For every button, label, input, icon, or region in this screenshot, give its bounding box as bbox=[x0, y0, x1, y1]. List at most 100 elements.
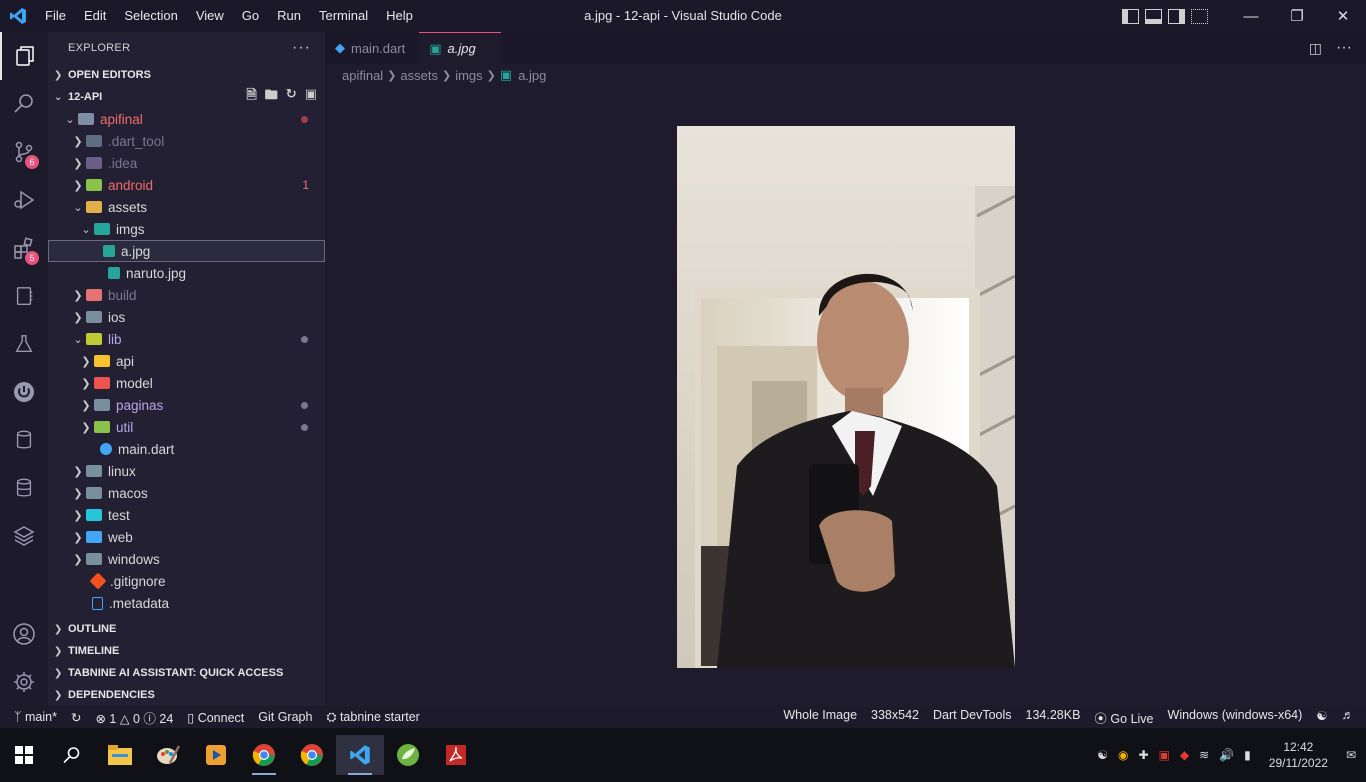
extensions-icon[interactable]: 5 bbox=[0, 224, 48, 272]
paint-icon[interactable] bbox=[144, 735, 192, 775]
toggle-secondary-sidebar-icon[interactable] bbox=[1168, 8, 1185, 24]
menu-file[interactable]: File bbox=[36, 0, 75, 32]
anydesk-icon[interactable]: ◆ bbox=[1180, 748, 1189, 762]
database-icon[interactable] bbox=[0, 416, 48, 464]
volume-icon[interactable]: 🔊 bbox=[1219, 748, 1234, 762]
collapse-all-icon[interactable]: ▣ bbox=[305, 86, 317, 108]
media-player-icon[interactable] bbox=[192, 735, 240, 775]
tree-item-assets[interactable]: ⌄ assets bbox=[48, 196, 325, 218]
tree-item-apifinal[interactable]: ⌄ apifinal bbox=[48, 108, 325, 130]
file-explorer-icon[interactable] bbox=[96, 735, 144, 775]
minimize-button[interactable]: — bbox=[1228, 0, 1274, 32]
tree-item-util[interactable]: ❯ util bbox=[48, 416, 325, 438]
tree-item-model[interactable]: ❯ model bbox=[48, 372, 325, 394]
git-graph-button[interactable]: Git Graph bbox=[251, 710, 319, 724]
toggle-sidebar-icon[interactable] bbox=[1122, 8, 1139, 24]
open-editors-section[interactable]: ❯ OPEN EDITORS bbox=[48, 64, 325, 86]
tree-item-dart-tool[interactable]: ❯ .dart_tool bbox=[48, 130, 325, 152]
search-icon[interactable] bbox=[0, 80, 48, 128]
more-actions-icon[interactable]: ··· bbox=[292, 39, 311, 57]
chrome-icon[interactable] bbox=[240, 735, 288, 775]
sync-icon[interactable]: ↻ bbox=[64, 710, 88, 725]
restore-button[interactable]: ❐ bbox=[1274, 0, 1320, 32]
layers-icon[interactable] bbox=[0, 512, 48, 560]
notebook-icon[interactable] bbox=[0, 272, 48, 320]
branch-status[interactable]: ᛉ main* bbox=[0, 710, 64, 724]
tabnine-status[interactable]: ⛭ tabnine starter bbox=[319, 710, 426, 725]
tree-item-lib[interactable]: ⌄ lib bbox=[48, 328, 325, 350]
dart-devtools-button[interactable]: Dart DevTools bbox=[926, 708, 1019, 727]
tree-item-main-dart[interactable]: main.dart bbox=[48, 438, 325, 460]
toggle-panel-icon[interactable] bbox=[1145, 8, 1162, 24]
menu-edit[interactable]: Edit bbox=[75, 0, 115, 32]
breadcrumb-item[interactable]: a.jpg bbox=[518, 68, 546, 83]
notifications-icon[interactable]: ✉ bbox=[1346, 748, 1356, 762]
spring-tools-icon[interactable] bbox=[384, 735, 432, 775]
chrome-icon[interactable] bbox=[288, 735, 336, 775]
new-folder-icon[interactable]: 🖿 bbox=[265, 86, 278, 108]
tree-item-api[interactable]: ❯ api bbox=[48, 350, 325, 372]
menu-view[interactable]: View bbox=[187, 0, 233, 32]
accounts-icon[interactable]: ☯ bbox=[1309, 708, 1334, 727]
split-editor-icon[interactable]: ◫ bbox=[1309, 40, 1322, 57]
wifi-icon[interactable]: ≋ bbox=[1199, 748, 1209, 762]
tree-item-windows[interactable]: ❯ windows bbox=[48, 548, 325, 570]
tree-item-test[interactable]: ❯ test bbox=[48, 504, 325, 526]
tree-item-naruto-jpg[interactable]: naruto.jpg bbox=[48, 262, 325, 284]
people-icon[interactable]: ☯ bbox=[1097, 748, 1108, 762]
tree-item-paginas[interactable]: ❯ paginas bbox=[48, 394, 325, 416]
sql-tools-icon[interactable] bbox=[0, 464, 48, 512]
battery-icon[interactable]: ▮ bbox=[1244, 748, 1251, 762]
search-icon[interactable] bbox=[48, 735, 96, 775]
problems-status[interactable]: ⊗ 1 △ 0 ⓘ 24 bbox=[88, 708, 180, 727]
vscode-icon[interactable] bbox=[336, 735, 384, 775]
tree-item-a-jpg[interactable]: a.jpg bbox=[48, 240, 325, 262]
tabnine-section[interactable]: ❯ TABNINE AI ASSISTANT: QUICK ACCESS bbox=[48, 662, 325, 684]
explorer-icon[interactable] bbox=[0, 32, 48, 80]
close-button[interactable]: ✕ bbox=[1320, 0, 1366, 32]
menu-go[interactable]: Go bbox=[233, 0, 268, 32]
go-live-button[interactable]: ⦿ Go Live bbox=[1087, 708, 1160, 727]
source-control-icon[interactable]: 6 bbox=[0, 128, 48, 176]
tree-item-macos[interactable]: ❯ macos bbox=[48, 482, 325, 504]
breadcrumb-item[interactable]: apifinal bbox=[342, 68, 383, 83]
menu-help[interactable]: Help bbox=[377, 0, 422, 32]
timeline-section[interactable]: ❯ TIMELINE bbox=[48, 640, 325, 662]
tree-item-web[interactable]: ❯ web bbox=[48, 526, 325, 548]
windows-start-icon[interactable] bbox=[0, 735, 48, 775]
new-file-icon[interactable]: 🗎 bbox=[246, 86, 256, 108]
menu-run[interactable]: Run bbox=[268, 0, 310, 32]
tree-item-ios[interactable]: ❯ ios bbox=[48, 306, 325, 328]
run-debug-icon[interactable] bbox=[0, 176, 48, 224]
system-clock[interactable]: 12:42 29/11/2022 bbox=[1261, 739, 1336, 771]
menu-selection[interactable]: Selection bbox=[115, 0, 186, 32]
outline-section[interactable]: ❯ OUTLINE bbox=[48, 618, 325, 640]
platform-selector[interactable]: Windows (windows-x64) bbox=[1161, 708, 1310, 727]
tree-item-imgs[interactable]: ⌄ imgs bbox=[48, 218, 325, 240]
refresh-icon[interactable]: ↻ bbox=[286, 86, 297, 108]
menu-terminal[interactable]: Terminal bbox=[310, 0, 377, 32]
settings-gear-icon[interactable] bbox=[0, 658, 48, 706]
tree-item-linux[interactable]: ❯ linux bbox=[48, 460, 325, 482]
connect-status[interactable]: ▯ Connect bbox=[180, 710, 251, 725]
more-actions-icon[interactable]: ··· bbox=[1336, 39, 1352, 57]
notifications-bell-icon[interactable]: ♬ bbox=[1335, 708, 1366, 727]
project-section[interactable]: ⌄ 12-API 🗎 🖿 ↻ ▣ bbox=[48, 86, 325, 108]
pdf-tray-icon[interactable]: ▣ bbox=[1159, 748, 1170, 762]
tree-item-build[interactable]: ❯ build bbox=[48, 284, 325, 306]
pdf-reader-icon[interactable] bbox=[432, 735, 480, 775]
tree-item-idea[interactable]: ❯ .idea bbox=[48, 152, 325, 174]
testing-icon[interactable] bbox=[0, 320, 48, 368]
spring-boot-icon[interactable] bbox=[0, 368, 48, 416]
breadcrumb-item[interactable]: assets bbox=[400, 68, 438, 83]
tab-a-jpg[interactable]: ▣ a.jpg bbox=[419, 32, 502, 64]
chrome-tray-icon[interactable]: ◉ bbox=[1118, 748, 1128, 762]
account-icon[interactable] bbox=[0, 610, 48, 658]
dependencies-section[interactable]: ❯ DEPENDENCIES bbox=[48, 684, 325, 706]
breadcrumb-item[interactable]: imgs bbox=[455, 68, 482, 83]
zoom-status[interactable]: Whole Image bbox=[776, 708, 864, 727]
tree-item-metadata[interactable]: .metadata bbox=[48, 592, 325, 614]
tab-main-dart[interactable]: ◆ main.dart bbox=[325, 32, 419, 64]
tree-item-android[interactable]: ❯ android 1 bbox=[48, 174, 325, 196]
tree-item-gitignore[interactable]: .gitignore bbox=[48, 570, 325, 592]
